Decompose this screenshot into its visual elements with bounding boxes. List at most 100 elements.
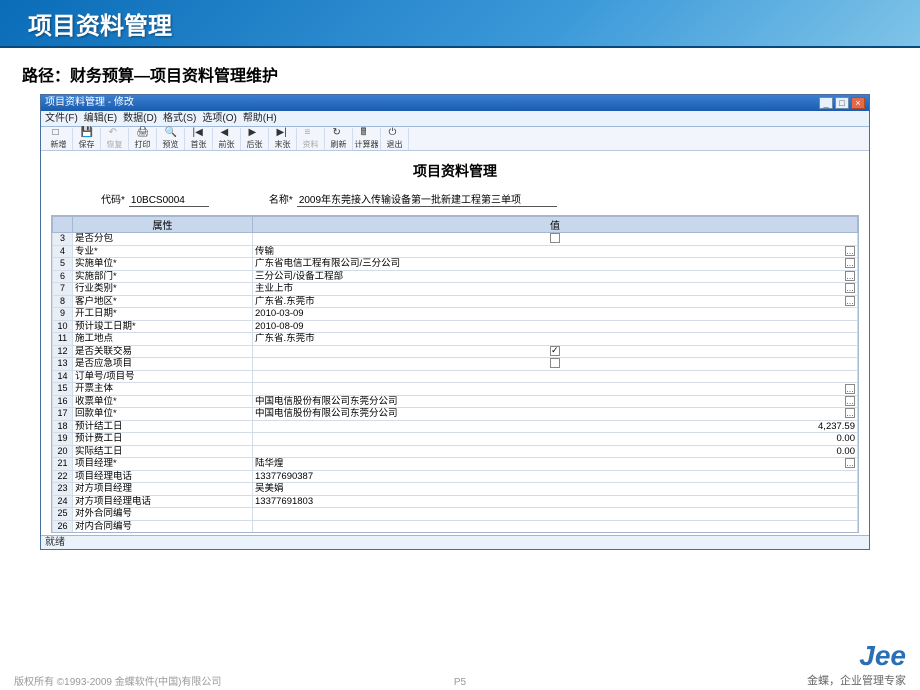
attr-cell: 对外结算区域 (73, 533, 253, 534)
lookup-icon[interactable]: … (845, 384, 855, 394)
toolbar-label: 退出 (387, 139, 403, 150)
value-cell[interactable]: 广东省.东莞市… (253, 295, 858, 308)
menu-item-5[interactable]: 帮助(H) (243, 113, 277, 124)
menu-item-3[interactable]: 格式(S) (163, 113, 196, 124)
lookup-icon[interactable]: … (845, 408, 855, 418)
toolbar-后张[interactable]: ▶后张 (241, 128, 269, 150)
statusbar: 就绪 (41, 535, 869, 549)
row-number: 9 (53, 308, 73, 321)
toolbar-恢复: ↶恢复 (101, 128, 129, 150)
value-cell[interactable]: 三分公司/设备工程部… (253, 270, 858, 283)
value-cell[interactable]: … (253, 383, 858, 396)
toolbar-打印[interactable]: 🖨打印 (129, 128, 157, 150)
value-cell[interactable]: 2010-08-09 (253, 320, 858, 333)
attr-cell: 是否分包 (73, 233, 253, 246)
刷新-icon: ↻ (333, 128, 345, 138)
close-button[interactable]: × (851, 97, 865, 109)
slide-title: 项目资料管理 (28, 6, 172, 41)
value-cell[interactable] (253, 520, 858, 533)
table-row: 4专业*传输… (53, 245, 858, 258)
toolbar-label: 资料 (303, 139, 319, 150)
lookup-icon[interactable]: … (845, 258, 855, 268)
row-number: 7 (53, 283, 73, 296)
app-window: 项目资料管理 - 修改 _ □ × 文件(F) 编辑(E) 数据(D) 格式(S) 选项… (40, 94, 870, 550)
toolbar-退出[interactable]: ⏻退出 (381, 128, 409, 150)
value-cell[interactable]: 广东省电信工程有限公司/三分公司… (253, 258, 858, 271)
table-row: 11施工地点广东省.东莞市 (53, 333, 858, 346)
退出-icon: ⏻ (389, 128, 401, 138)
table-row: 24对方项目经理电话13377691803 (53, 495, 858, 508)
menu-item-4[interactable]: 选项(O) (202, 113, 236, 124)
value-cell[interactable]: 传输… (253, 245, 858, 258)
toolbar-保存[interactable]: 💾保存 (73, 128, 101, 150)
menu-item-2[interactable]: 数据(D) (123, 113, 157, 124)
attr-cell: 专业* (73, 245, 253, 258)
code-field[interactable]: 10BCS0004 (129, 195, 209, 207)
table-row: 19预计费工日0.00 (53, 433, 858, 446)
toolbar-label: 预览 (163, 139, 179, 150)
value-cell[interactable] (253, 533, 858, 534)
value-cell[interactable]: 2010-03-09 (253, 308, 858, 321)
value-cell[interactable]: 吴美娟 (253, 483, 858, 496)
toolbar-label: 保存 (79, 139, 95, 150)
row-number: 14 (53, 370, 73, 383)
checkbox[interactable] (550, 233, 560, 243)
table-row: 21项目经理*陆华煌… (53, 458, 858, 471)
value-cell[interactable]: 0.00 (253, 433, 858, 446)
value-cell[interactable]: 4,237.59 (253, 420, 858, 433)
page-number: P5 (0, 677, 920, 688)
value-cell[interactable]: 主业上市… (253, 283, 858, 296)
menu-item-0[interactable]: 文件(F) (45, 113, 78, 124)
value-cell[interactable]: 13377690387 (253, 470, 858, 483)
lookup-icon[interactable]: … (845, 246, 855, 256)
toolbar-label: 前张 (219, 139, 235, 150)
toolbar-前张[interactable]: ◀前张 (213, 128, 241, 150)
attr-cell: 预计结工日 (73, 420, 253, 433)
value-cell[interactable]: 中国电信股份有限公司东莞分公司… (253, 408, 858, 421)
col-attr: 属性 (73, 217, 253, 233)
window-title: 项目资料管理 - 修改 (45, 95, 134, 111)
value-cell[interactable]: 中国电信股份有限公司东莞分公司… (253, 395, 858, 408)
maximize-button[interactable]: □ (835, 97, 849, 109)
value-cell[interactable] (253, 345, 858, 358)
breadcrumb: 路径：财务预算—项目资料管理维护 (22, 62, 910, 86)
value-cell[interactable] (253, 508, 858, 521)
前张-icon: ◀ (221, 128, 233, 138)
value-cell[interactable]: 陆华煌… (253, 458, 858, 471)
code-label: 代码* (101, 191, 125, 206)
value-cell[interactable]: 0.00 (253, 445, 858, 458)
toolbar-label: 计算器 (355, 139, 379, 150)
lookup-icon[interactable]: … (845, 396, 855, 406)
table-row: 16收票单位*中国电信股份有限公司东莞分公司… (53, 395, 858, 408)
table-row: 23对方项目经理吴美娟 (53, 483, 858, 496)
value-cell[interactable]: 广东省.东莞市 (253, 333, 858, 346)
attr-cell: 对方项目经理电话 (73, 495, 253, 508)
page-title: 项目资料管理 (51, 161, 859, 181)
row-number: 17 (53, 408, 73, 421)
lookup-icon[interactable]: … (845, 458, 855, 468)
toolbar-刷新[interactable]: ↻刷新 (325, 128, 353, 150)
name-field[interactable]: 2009年东莞接入传输设备第一批新建工程第三单项 (297, 191, 557, 207)
value-cell[interactable] (253, 370, 858, 383)
value-cell[interactable]: 13377691803 (253, 495, 858, 508)
toolbar-末张[interactable]: ▶|末张 (269, 128, 297, 150)
value-cell[interactable] (253, 358, 858, 371)
checkbox[interactable] (550, 346, 560, 356)
toolbar-首张[interactable]: |◀首张 (185, 128, 213, 150)
attr-cell: 预计费工日 (73, 433, 253, 446)
toolbar-新增[interactable]: □新增 (45, 128, 73, 150)
toolbar-预览[interactable]: 🔍预览 (157, 128, 185, 150)
lookup-icon[interactable]: … (845, 283, 855, 293)
attr-cell: 项目经理电话 (73, 470, 253, 483)
lookup-icon[interactable]: … (845, 296, 855, 306)
minimize-button[interactable]: _ (819, 97, 833, 109)
menu-item-1[interactable]: 编辑(E) (84, 113, 117, 124)
首张-icon: |◀ (193, 128, 205, 138)
table-row: 22项目经理电话13377690387 (53, 470, 858, 483)
lookup-icon[interactable]: … (845, 271, 855, 281)
checkbox[interactable] (550, 358, 560, 368)
attr-cell: 开票主体 (73, 383, 253, 396)
toolbar-计算器[interactable]: 🖩计算器 (353, 128, 381, 150)
value-cell[interactable] (253, 233, 858, 246)
attributes-table[interactable]: 属性 值 3是否分包4专业*传输…5实施单位*广东省电信工程有限公司/三分公司…… (51, 215, 859, 533)
